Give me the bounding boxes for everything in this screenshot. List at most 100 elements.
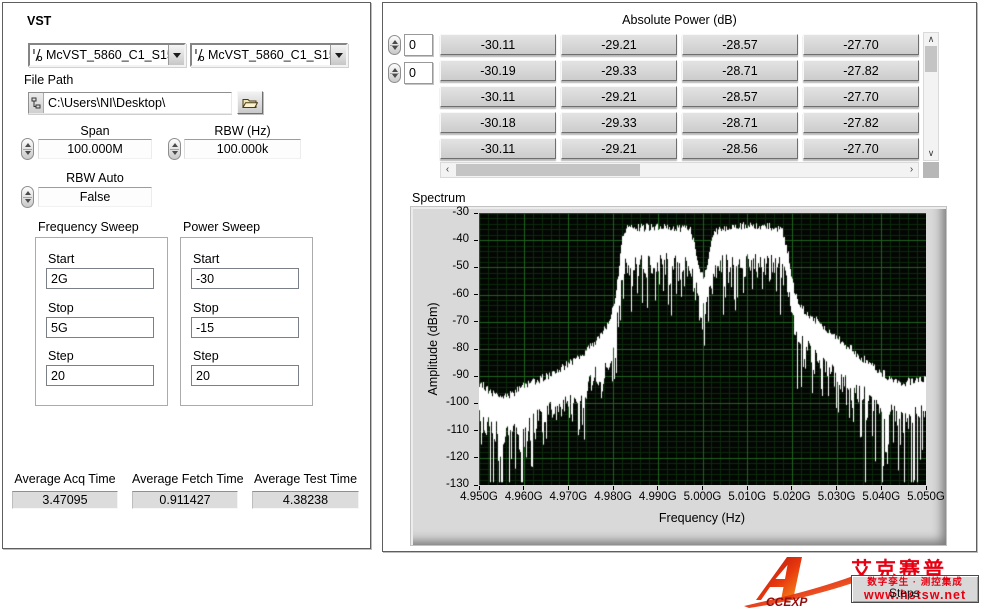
x-tick-mark	[791, 486, 792, 490]
table-cell[interactable]: -27.70	[803, 86, 919, 107]
table-col-index-spinner[interactable]	[388, 63, 401, 83]
scroll-right-icon[interactable]: ›	[905, 163, 918, 177]
table-cell[interactable]: -28.57	[682, 34, 798, 55]
horizontal-scroll-thumb[interactable]	[456, 164, 640, 176]
table-cell[interactable]: -27.82	[803, 60, 919, 81]
y-tick-mark	[474, 240, 478, 241]
open-folder-icon	[242, 97, 258, 109]
x-tick-mark	[836, 486, 837, 490]
file-path-label: File Path	[24, 73, 73, 87]
rbw-auto-spinner[interactable]	[21, 186, 34, 208]
vertical-scroll-thumb[interactable]	[925, 46, 937, 72]
io-type-icon: IO	[30, 48, 46, 62]
avg-fetch-time-value: 0.911427	[132, 491, 238, 509]
freq-step-label: Step	[48, 349, 74, 363]
y-axis-label: Amplitude (dBm)	[426, 269, 440, 429]
table-cell[interactable]: -30.18	[440, 112, 556, 133]
table-row-index-field[interactable]: 0	[404, 34, 433, 56]
x-tick-mark	[926, 486, 927, 490]
y-tick-label: -30	[411, 206, 469, 218]
y-tick-mark	[474, 376, 478, 377]
table-cell[interactable]: -28.71	[682, 112, 798, 133]
vst-label: VST	[27, 14, 51, 28]
path-type-icon	[29, 93, 44, 113]
spectrum-canvas[interactable]	[479, 213, 926, 485]
y-tick-mark	[474, 349, 478, 350]
rbw-label: RBW (Hz)	[184, 124, 301, 138]
avg-acq-time-label: Average Acq Time	[12, 472, 118, 486]
table-cell[interactable]: -30.11	[440, 34, 556, 55]
table-cell[interactable]: -29.21	[561, 138, 677, 159]
browse-button[interactable]	[237, 91, 263, 114]
table-cell[interactable]: -29.21	[561, 34, 677, 55]
table-cell[interactable]: -29.33	[561, 112, 677, 133]
table-row-index-spinner[interactable]	[388, 35, 401, 55]
dropdown-arrow-icon[interactable]	[168, 45, 184, 65]
file-path-input[interactable]	[44, 93, 231, 113]
spectrum-graph: -30-40-50-60-70-80-90-100-110-120-130 4.…	[410, 206, 947, 546]
power-step-input[interactable]	[191, 365, 299, 386]
scroll-down-icon[interactable]: ∨	[924, 147, 938, 160]
rbw-field[interactable]: 100.000k	[184, 139, 301, 159]
y-tick-mark	[474, 321, 478, 322]
svg-text:O: O	[37, 56, 43, 62]
x-tick-mark	[613, 486, 614, 490]
freq-stop-label: Stop	[48, 301, 74, 315]
y-tick-label: -90	[411, 369, 469, 381]
dropdown-arrow-icon[interactable]	[330, 45, 346, 65]
table-cell[interactable]: -28.57	[682, 86, 798, 107]
freq-start-input[interactable]	[46, 268, 154, 289]
power-sweep-group: Start Stop Step	[180, 237, 313, 406]
freq-start-label: Start	[48, 252, 74, 266]
table-cell[interactable]: -27.70	[803, 138, 919, 159]
table-cell[interactable]: -30.19	[440, 60, 556, 81]
table-cell[interactable]: -27.82	[803, 112, 919, 133]
x-tick-label: 5.050G	[896, 491, 956, 503]
table-cell[interactable]: -30.11	[440, 86, 556, 107]
scroll-up-icon[interactable]: ∧	[924, 33, 938, 46]
rbw-auto-field[interactable]: False	[38, 187, 152, 207]
y-tick-label: -120	[411, 451, 469, 463]
table-horizontal-scrollbar[interactable]: ‹ ›	[440, 162, 919, 178]
span-field[interactable]: 100.000M	[38, 139, 152, 159]
y-tick-label: -100	[411, 396, 469, 408]
rbw-auto-label: RBW Auto	[38, 171, 152, 185]
scrollbar-corner	[923, 162, 939, 178]
table-cell[interactable]: -27.70	[803, 34, 919, 55]
file-path-control[interactable]	[28, 92, 232, 114]
absolute-power-table: -30.11-29.21-28.57-27.70-30.19-29.33-28.…	[440, 34, 919, 159]
io-type-icon: IO	[192, 48, 208, 62]
table-col-index-field[interactable]: 0	[404, 62, 433, 84]
table-cell[interactable]: -29.21	[561, 86, 677, 107]
table-cell[interactable]: -28.71	[682, 60, 798, 81]
table-cell[interactable]: -29.33	[561, 60, 677, 81]
y-tick-label: -50	[411, 260, 469, 272]
vst-selector-1[interactable]: IO McVST_5860_C1_S15/1	[190, 43, 348, 67]
freq-stop-input[interactable]	[46, 317, 154, 338]
table-cell[interactable]: -28.56	[682, 138, 798, 159]
x-tick-mark	[702, 486, 703, 490]
svg-text:I: I	[195, 49, 197, 56]
x-tick-mark	[479, 486, 480, 490]
accexp-logo: CCEXP	[742, 554, 854, 608]
y-tick-mark	[474, 213, 478, 214]
scroll-left-icon[interactable]: ‹	[441, 163, 454, 177]
y-tick-mark	[474, 430, 478, 431]
y-tick-mark	[474, 403, 478, 404]
freq-step-input[interactable]	[46, 365, 154, 386]
frequency-sweep-group: Start Stop Step	[35, 237, 168, 406]
y-tick-label: -60	[411, 288, 469, 300]
table-vertical-scrollbar[interactable]: ∧ ∨	[923, 32, 939, 161]
avg-test-time-value: 4.38238	[252, 491, 359, 509]
power-stop-input[interactable]	[191, 317, 299, 338]
table-cell[interactable]: -30.11	[440, 138, 556, 159]
rbw-spinner[interactable]	[168, 138, 181, 160]
power-stop-label: Stop	[193, 301, 219, 315]
vst-selector-0[interactable]: IO McVST_5860_C1_S15/0	[28, 43, 186, 67]
power-start-label: Start	[193, 252, 219, 266]
power-start-input[interactable]	[191, 268, 299, 289]
y-tick-label: -80	[411, 342, 469, 354]
span-spinner[interactable]	[21, 138, 34, 160]
avg-fetch-time-label: Average Fetch Time	[132, 472, 238, 486]
results-panel: Absolute Power (dB) 0 0 -30.11-29.21-28.…	[382, 2, 977, 552]
